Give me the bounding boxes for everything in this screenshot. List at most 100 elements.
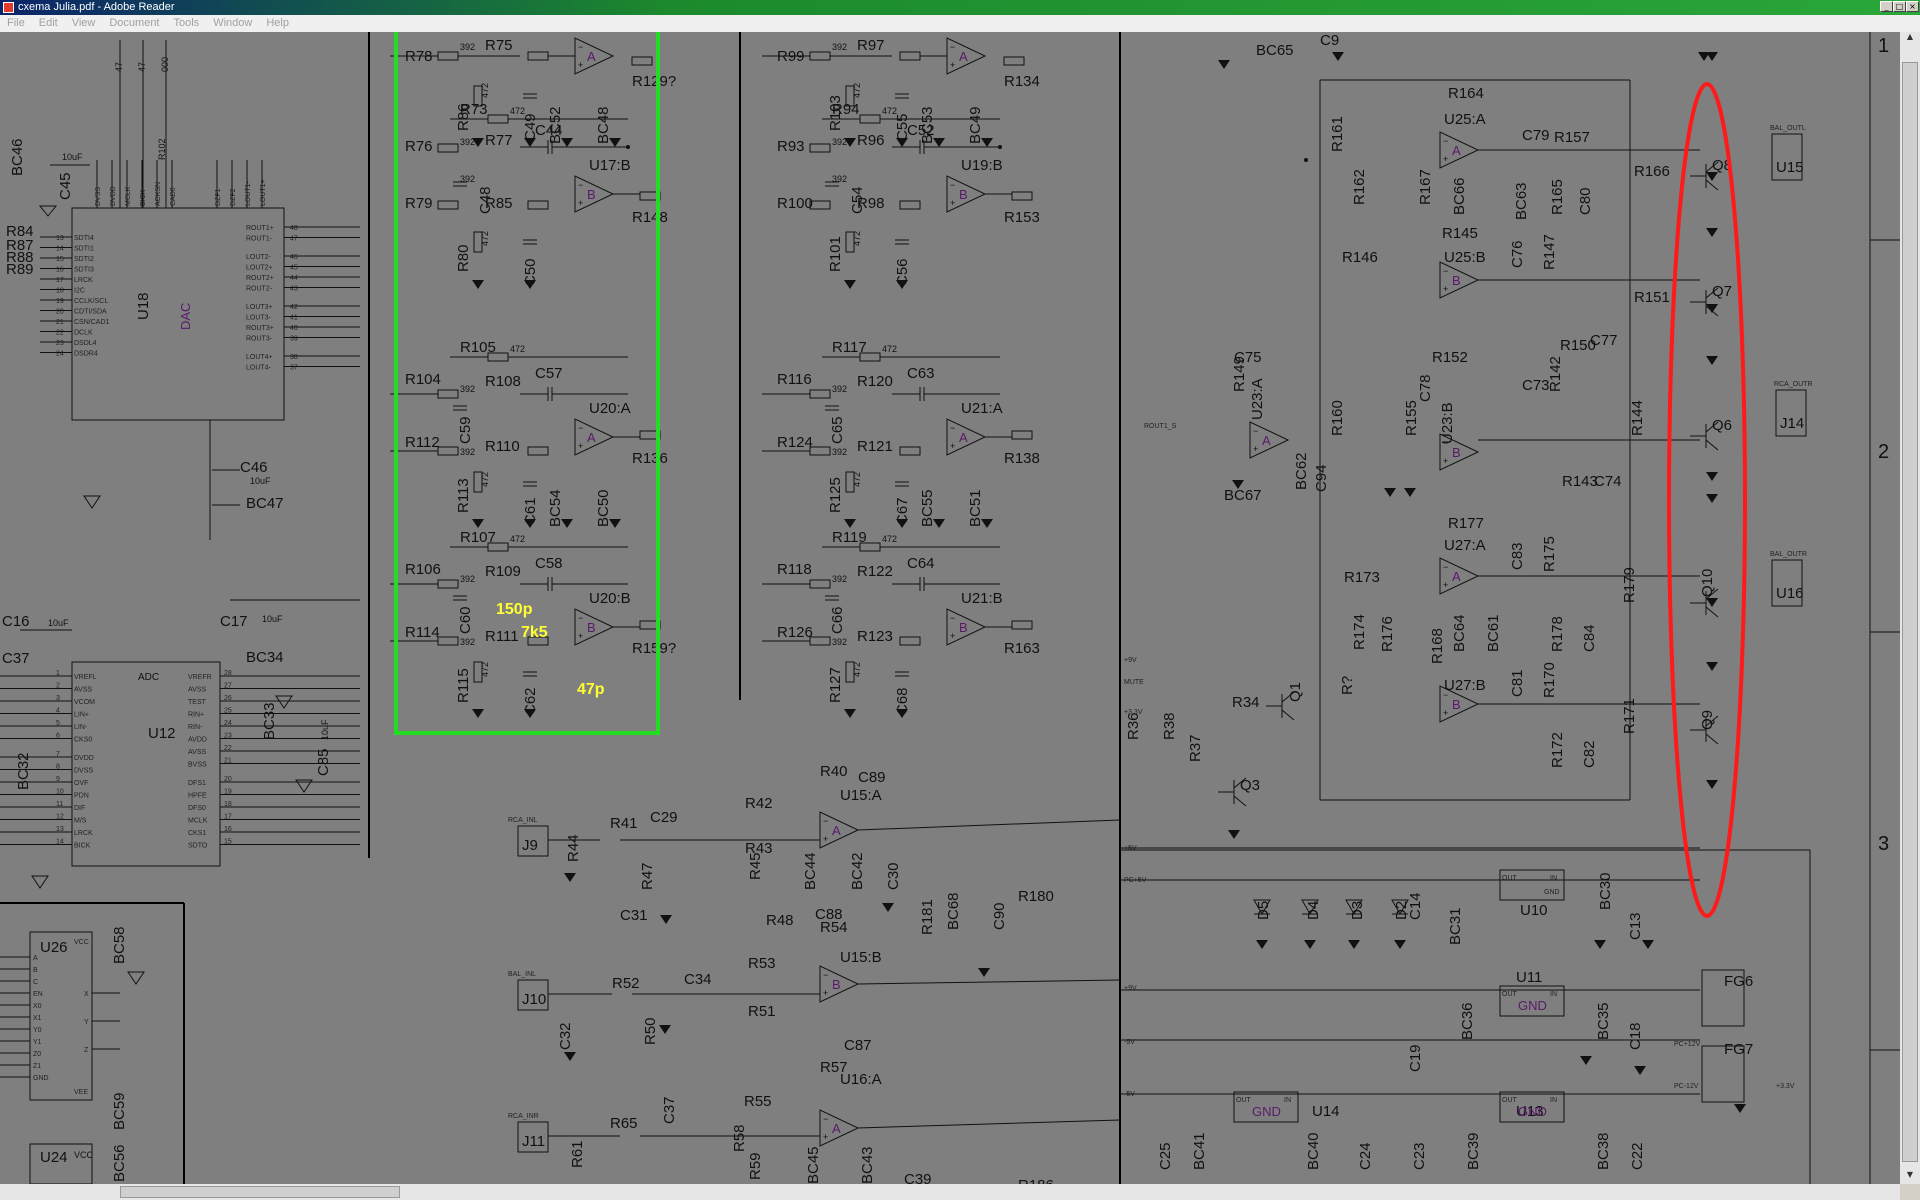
- resistor-ref: R76: [405, 138, 433, 155]
- vertical-scroll-thumb[interactable]: [1902, 62, 1918, 1162]
- menu-help[interactable]: Help: [259, 15, 296, 29]
- menu-document[interactable]: Document: [102, 15, 166, 29]
- ground-symbol: [1706, 304, 1718, 313]
- input-part: C32: [557, 1022, 574, 1050]
- document-view[interactable]: 1 2 3 U18 DAC SDTI4 13 SDTI1 14 SDTI2 15 SDTI3…: [0, 32, 1900, 1184]
- adc-pin-num: 7: [56, 751, 60, 758]
- menu-tools[interactable]: Tools: [167, 15, 207, 29]
- adc-pin-num: 11: [56, 801, 63, 808]
- input-part: R41: [610, 815, 638, 832]
- output-part: U27:A: [1444, 537, 1486, 554]
- close-button[interactable]: ×: [1906, 1, 1919, 12]
- amp-block: R105 472R104392 R108 C57C59R112392 R110AU20:…: [390, 339, 668, 528]
- horizontal-scroll-thumb[interactable]: [120, 1186, 400, 1198]
- horizontal-scrollbar[interactable]: [0, 1184, 1900, 1200]
- maximize-button[interactable]: □: [1893, 1, 1906, 12]
- input-part: R61: [569, 1140, 586, 1168]
- power-part: C19: [1407, 1044, 1424, 1072]
- output-part: R170: [1541, 662, 1558, 698]
- opamp-unit: B: [1452, 445, 1461, 460]
- input-part: R42: [745, 795, 773, 812]
- dac-pin-num: 19: [56, 298, 64, 305]
- output-part: R178: [1549, 616, 1566, 652]
- output-part: C94: [1313, 464, 1330, 492]
- adc-pin-num: 20: [224, 776, 232, 783]
- resistor-ref: R97: [857, 37, 885, 54]
- resistor-ref: R110: [485, 438, 520, 455]
- dac-pin-num: 14: [56, 246, 64, 253]
- output-part: R177: [1448, 515, 1484, 532]
- output-section: BC65C9R164U25:AR161 C79 R157R166 Q8R162 R167…: [1124, 32, 1813, 839]
- capacitor-ref: BC54: [547, 489, 564, 527]
- input-part: U16:A: [840, 1071, 882, 1088]
- power-part: BC40: [1305, 1132, 1322, 1170]
- opamp-ref: U21:A: [961, 400, 1003, 417]
- power-part: C22: [1629, 1142, 1646, 1170]
- svg-text:C85: C85: [315, 748, 332, 776]
- label: +3.3V: [1124, 709, 1143, 716]
- menu-edit[interactable]: Edit: [32, 15, 65, 29]
- adc-pin: DIF: [74, 805, 85, 812]
- menu-window[interactable]: Window: [206, 15, 259, 29]
- connector-ref: U15: [1776, 159, 1804, 176]
- input-part: R40: [820, 763, 848, 780]
- label: VCC: [74, 939, 89, 946]
- adc-pin: AVSS: [74, 687, 92, 694]
- dac-pin: LOUT4-: [246, 365, 272, 372]
- output-part: R145: [1442, 225, 1478, 242]
- dac-pin: DVSS: [95, 187, 102, 206]
- dac-pin-num: 46: [290, 254, 298, 261]
- resistor-ref: R118: [777, 561, 812, 578]
- capacitor-ref: C63: [907, 365, 935, 382]
- resistor-ref: R124: [777, 434, 813, 451]
- output-part: C81: [1509, 669, 1526, 697]
- adc-pin-num: 8: [56, 764, 60, 771]
- amp-block: R119 472R118392 R122 C64C66R126392 R123BU21:…: [762, 529, 1040, 718]
- opamp-unit: B: [1452, 697, 1461, 712]
- label: 472: [852, 662, 862, 677]
- output-part: BC62: [1293, 452, 1310, 490]
- power-part: BC35: [1595, 1002, 1612, 1040]
- menu-file[interactable]: File: [0, 15, 32, 29]
- dac-pin: DZF1: [215, 188, 222, 206]
- ground-symbol: [1580, 1056, 1592, 1065]
- output-part: R143: [1562, 473, 1598, 490]
- mux-pin: X1: [33, 1015, 42, 1022]
- minimize-button[interactable]: _: [1880, 1, 1893, 12]
- label: 472: [852, 83, 862, 98]
- input-part: C29: [650, 809, 678, 826]
- power-section: D5 D4 D3 D2C14BC31 U10BC30C13U11BC36 BC35 C18C…: [1120, 845, 1811, 1184]
- capacitor-ref: BC50: [595, 489, 612, 527]
- adc-pin-num: 12: [56, 814, 64, 821]
- connector-label: RCA_OUTR: [1774, 381, 1813, 388]
- adc-ref: U12: [148, 725, 176, 742]
- ground-symbol: [1642, 940, 1654, 949]
- dac-pin: LOUT3-: [246, 315, 272, 322]
- connector-ref: J9: [522, 837, 538, 854]
- label: GND: [1518, 998, 1547, 1013]
- scroll-down-icon[interactable]: ▼: [1902, 1170, 1918, 1184]
- label: +: [950, 631, 955, 641]
- output-part: R168: [1429, 628, 1446, 664]
- connector-ref: J11: [522, 1133, 545, 1150]
- label: 472: [510, 106, 525, 116]
- output-part: R162: [1351, 169, 1368, 205]
- dac-pin: CCLK/SCL: [74, 298, 108, 305]
- label: GND: [1544, 889, 1560, 896]
- capacitor-ref: C44: [535, 122, 563, 139]
- vertical-scrollbar[interactable]: ▲ ▼: [1900, 32, 1920, 1184]
- resistor-ref: R113: [455, 478, 472, 513]
- mux-pin: X: [84, 991, 89, 998]
- output-part: R38: [1161, 712, 1178, 740]
- menu-view[interactable]: View: [65, 15, 103, 29]
- input-part: R51: [748, 1003, 776, 1020]
- label: IN: [1550, 1097, 1557, 1104]
- dac-pin-num: 40: [290, 325, 298, 332]
- dac-pin: CDTI/SDA: [74, 309, 107, 316]
- output-part: Q6: [1712, 417, 1732, 434]
- svg-text:000: 000: [160, 57, 170, 72]
- label: GND: [1252, 1104, 1281, 1119]
- resistor-ref: R109: [485, 563, 521, 580]
- input-section: RCA_INL J9 BAL_INL J10 RCA_INR J11 R41 C29 R42 R4…: [508, 763, 1121, 1184]
- scroll-up-icon[interactable]: ▲: [1902, 32, 1918, 46]
